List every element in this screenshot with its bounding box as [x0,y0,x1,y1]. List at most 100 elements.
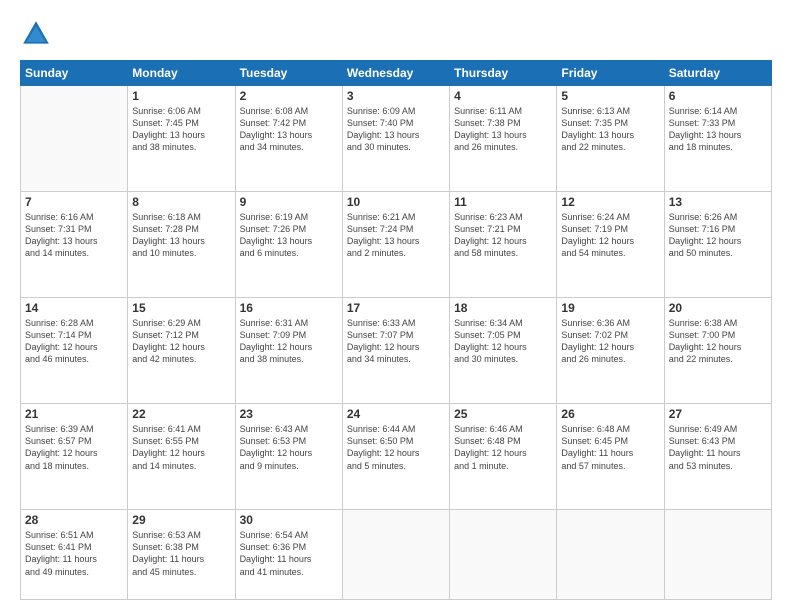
calendar-cell: 3 Sunrise: 6:09 AM Sunset: 7:40 PM Daylig… [342,86,449,192]
cell-info: Sunrise: 6:48 AM Sunset: 6:45 PM Dayligh… [561,423,659,472]
week-row-3: 14 Sunrise: 6:28 AM Sunset: 7:14 PM Dayli… [21,298,772,404]
calendar-cell: 13 Sunrise: 6:26 AM Sunset: 7:16 PM Dayli… [664,192,771,298]
calendar-cell: 17 Sunrise: 6:33 AM Sunset: 7:07 PM Dayli… [342,298,449,404]
day-number: 10 [347,195,445,209]
calendar-cell: 1 Sunrise: 6:06 AM Sunset: 7:45 PM Daylig… [128,86,235,192]
cell-info: Sunrise: 6:16 AM Sunset: 7:31 PM Dayligh… [25,211,123,260]
col-header-friday: Friday [557,61,664,86]
calendar-cell: 29 Sunrise: 6:53 AM Sunset: 6:38 PM Dayli… [128,510,235,600]
col-header-sunday: Sunday [21,61,128,86]
calendar-cell [450,510,557,600]
day-number: 13 [669,195,767,209]
calendar-cell: 9Sunrise: 6:19 AM Sunset: 7:26 PM Daylig… [235,192,342,298]
calendar-cell: 14 Sunrise: 6:28 AM Sunset: 7:14 PM Dayli… [21,298,128,404]
calendar-cell: 8 Sunrise: 6:18 AM Sunset: 7:28 PM Daylig… [128,192,235,298]
day-number: 25 [454,407,552,421]
day-number: 28 [25,513,123,527]
calendar-cell: 4Sunrise: 6:11 AM Sunset: 7:38 PM Daylig… [450,86,557,192]
day-number: 2 [240,89,338,103]
col-header-thursday: Thursday [450,61,557,86]
day-number: 23 [240,407,338,421]
day-number: 7 [25,195,123,209]
cell-info: Sunrise: 6:36 AM Sunset: 7:02 PM Dayligh… [561,317,659,366]
cell-info: Sunrise: 6:21 AM Sunset: 7:24 PM Dayligh… [347,211,445,260]
cell-info: Sunrise: 6:26 AM Sunset: 7:16 PM Dayligh… [669,211,767,260]
col-header-monday: Monday [128,61,235,86]
day-number: 27 [669,407,767,421]
calendar-cell: 16Sunrise: 6:31 AM Sunset: 7:09 PM Dayli… [235,298,342,404]
week-row-5: 28 Sunrise: 6:51 AM Sunset: 6:41 PM Dayli… [21,510,772,600]
day-number: 1 [132,89,230,103]
day-number: 12 [561,195,659,209]
day-number: 17 [347,301,445,315]
cell-info: Sunrise: 6:53 AM Sunset: 6:38 PM Dayligh… [132,529,230,578]
cell-info: Sunrise: 6:51 AM Sunset: 6:41 PM Dayligh… [25,529,123,578]
day-number: 30 [240,513,338,527]
day-number: 8 [132,195,230,209]
day-number: 14 [25,301,123,315]
day-number: 6 [669,89,767,103]
logo [20,18,58,50]
day-number: 19 [561,301,659,315]
cell-info: Sunrise: 6:09 AM Sunset: 7:40 PM Dayligh… [347,105,445,154]
week-row-4: 21Sunrise: 6:39 AM Sunset: 6:57 PM Dayli… [21,404,772,510]
calendar-cell: 30Sunrise: 6:54 AM Sunset: 6:36 PM Dayli… [235,510,342,600]
header [20,18,772,50]
cell-info: Sunrise: 6:31 AM Sunset: 7:09 PM Dayligh… [240,317,338,366]
day-number: 22 [132,407,230,421]
day-number: 11 [454,195,552,209]
calendar-cell [342,510,449,600]
col-header-wednesday: Wednesday [342,61,449,86]
calendar-cell [21,86,128,192]
day-number: 18 [454,301,552,315]
calendar-cell: 23 Sunrise: 6:43 AM Sunset: 6:53 PM Dayli… [235,404,342,510]
calendar-cell: 10 Sunrise: 6:21 AM Sunset: 7:24 PM Dayli… [342,192,449,298]
cell-info: Sunrise: 6:49 AM Sunset: 6:43 PM Dayligh… [669,423,767,472]
calendar-table: SundayMondayTuesdayWednesdayThursdayFrid… [20,60,772,600]
calendar-cell: 28 Sunrise: 6:51 AM Sunset: 6:41 PM Dayli… [21,510,128,600]
cell-info: Sunrise: 6:38 AM Sunset: 7:00 PM Dayligh… [669,317,767,366]
calendar-cell [557,510,664,600]
calendar-cell: 22 Sunrise: 6:41 AM Sunset: 6:55 PM Dayli… [128,404,235,510]
calendar-cell: 19 Sunrise: 6:36 AM Sunset: 7:02 PM Dayli… [557,298,664,404]
cell-info: Sunrise: 6:13 AM Sunset: 7:35 PM Dayligh… [561,105,659,154]
col-header-saturday: Saturday [664,61,771,86]
calendar-cell: 25Sunrise: 6:46 AM Sunset: 6:48 PM Dayli… [450,404,557,510]
calendar-cell: 5 Sunrise: 6:13 AM Sunset: 7:35 PM Daylig… [557,86,664,192]
calendar-cell: 6Sunrise: 6:14 AM Sunset: 7:33 PM Daylig… [664,86,771,192]
calendar-cell: 24 Sunrise: 6:44 AM Sunset: 6:50 PM Dayli… [342,404,449,510]
calendar-cell: 27 Sunrise: 6:49 AM Sunset: 6:43 PM Dayli… [664,404,771,510]
calendar-cell: 18 Sunrise: 6:34 AM Sunset: 7:05 PM Dayli… [450,298,557,404]
day-number: 20 [669,301,767,315]
cell-info: Sunrise: 6:44 AM Sunset: 6:50 PM Dayligh… [347,423,445,472]
col-header-tuesday: Tuesday [235,61,342,86]
page: SundayMondayTuesdayWednesdayThursdayFrid… [0,0,792,612]
cell-info: Sunrise: 6:19 AM Sunset: 7:26 PM Dayligh… [240,211,338,260]
cell-info: Sunrise: 6:33 AM Sunset: 7:07 PM Dayligh… [347,317,445,366]
cell-info: Sunrise: 6:18 AM Sunset: 7:28 PM Dayligh… [132,211,230,260]
cell-info: Sunrise: 6:11 AM Sunset: 7:38 PM Dayligh… [454,105,552,154]
cell-info: Sunrise: 6:34 AM Sunset: 7:05 PM Dayligh… [454,317,552,366]
day-number: 21 [25,407,123,421]
calendar-cell: 20 Sunrise: 6:38 AM Sunset: 7:00 PM Dayli… [664,298,771,404]
day-number: 26 [561,407,659,421]
calendar-cell: 21Sunrise: 6:39 AM Sunset: 6:57 PM Dayli… [21,404,128,510]
calendar-cell: 15Sunrise: 6:29 AM Sunset: 7:12 PM Dayli… [128,298,235,404]
cell-info: Sunrise: 6:24 AM Sunset: 7:19 PM Dayligh… [561,211,659,260]
day-number: 24 [347,407,445,421]
cell-info: Sunrise: 6:43 AM Sunset: 6:53 PM Dayligh… [240,423,338,472]
logo-icon [20,18,52,50]
calendar-cell: 2 Sunrise: 6:08 AM Sunset: 7:42 PM Daylig… [235,86,342,192]
cell-info: Sunrise: 6:23 AM Sunset: 7:21 PM Dayligh… [454,211,552,260]
calendar-cell: 26 Sunrise: 6:48 AM Sunset: 6:45 PM Dayli… [557,404,664,510]
day-number: 3 [347,89,445,103]
cell-info: Sunrise: 6:29 AM Sunset: 7:12 PM Dayligh… [132,317,230,366]
day-number: 29 [132,513,230,527]
cell-info: Sunrise: 6:41 AM Sunset: 6:55 PM Dayligh… [132,423,230,472]
cell-info: Sunrise: 6:28 AM Sunset: 7:14 PM Dayligh… [25,317,123,366]
cell-info: Sunrise: 6:06 AM Sunset: 7:45 PM Dayligh… [132,105,230,154]
cell-info: Sunrise: 6:08 AM Sunset: 7:42 PM Dayligh… [240,105,338,154]
week-row-2: 7 Sunrise: 6:16 AM Sunset: 7:31 PM Daylig… [21,192,772,298]
calendar-cell [664,510,771,600]
day-number: 5 [561,89,659,103]
